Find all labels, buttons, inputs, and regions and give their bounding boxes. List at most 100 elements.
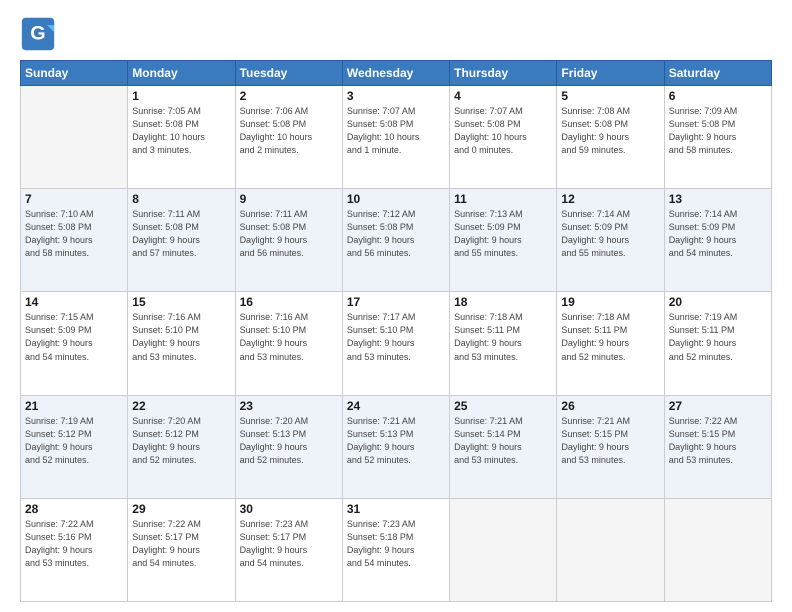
day-number: 23 — [240, 399, 338, 413]
calendar-cell: 10 Sunrise: 7:12 AM Sunset: 5:08 PM Dayli… — [342, 189, 449, 292]
day-info: Sunrise: 7:10 AM Sunset: 5:08 PM Dayligh… — [25, 208, 123, 260]
day-info: Sunrise: 7:12 AM Sunset: 5:08 PM Dayligh… — [347, 208, 445, 260]
calendar-cell: 17 Sunrise: 7:17 AM Sunset: 5:10 PM Dayli… — [342, 292, 449, 395]
day-number: 6 — [669, 89, 767, 103]
day-number: 5 — [561, 89, 659, 103]
day-number: 30 — [240, 502, 338, 516]
day-number: 8 — [132, 192, 230, 206]
day-info: Sunrise: 7:20 AM Sunset: 5:12 PM Dayligh… — [132, 415, 230, 467]
day-number: 24 — [347, 399, 445, 413]
calendar-cell: 14Sunrise: 7:15 AM Sunset: 5:09 PM Dayli… — [21, 292, 128, 395]
day-info: Sunrise: 7:17 AM Sunset: 5:10 PM Dayligh… — [347, 311, 445, 363]
day-info: Sunrise: 7:05 AM Sunset: 5:08 PM Dayligh… — [132, 105, 230, 157]
day-info: Sunrise: 7:14 AM Sunset: 5:09 PM Dayligh… — [669, 208, 767, 260]
calendar-cell: 12 Sunrise: 7:14 AM Sunset: 5:09 PM Dayli… — [557, 189, 664, 292]
calendar-cell: 9Sunrise: 7:11 AM Sunset: 5:08 PM Daylig… — [235, 189, 342, 292]
calendar-cell: 18Sunrise: 7:18 AM Sunset: 5:11 PM Dayli… — [450, 292, 557, 395]
day-info: Sunrise: 7:21 AM Sunset: 5:14 PM Dayligh… — [454, 415, 552, 467]
calendar-cell: 25Sunrise: 7:21 AM Sunset: 5:14 PM Dayli… — [450, 395, 557, 498]
weekday-header: Tuesday — [235, 61, 342, 86]
day-number: 15 — [132, 295, 230, 309]
calendar-cell: 11 Sunrise: 7:13 AM Sunset: 5:09 PM Dayli… — [450, 189, 557, 292]
day-number: 7 — [25, 192, 123, 206]
calendar-cell: 23Sunrise: 7:20 AM Sunset: 5:13 PM Dayli… — [235, 395, 342, 498]
weekday-header: Wednesday — [342, 61, 449, 86]
day-info: Sunrise: 7:14 AM Sunset: 5:09 PM Dayligh… — [561, 208, 659, 260]
day-number: 17 — [347, 295, 445, 309]
weekday-header-row: SundayMondayTuesdayWednesdayThursdayFrid… — [21, 61, 772, 86]
day-number: 11 — [454, 192, 552, 206]
svg-text:G: G — [30, 22, 45, 44]
calendar-week-row: 14Sunrise: 7:15 AM Sunset: 5:09 PM Dayli… — [21, 292, 772, 395]
day-info: Sunrise: 7:13 AM Sunset: 5:09 PM Dayligh… — [454, 208, 552, 260]
day-number: 4 — [454, 89, 552, 103]
day-number: 14 — [25, 295, 123, 309]
calendar-cell: 3 Sunrise: 7:07 AM Sunset: 5:08 PM Daylig… — [342, 86, 449, 189]
day-info: Sunrise: 7:11 AM Sunset: 5:08 PM Dayligh… — [240, 208, 338, 260]
day-number: 21 — [25, 399, 123, 413]
calendar-week-row: 7 Sunrise: 7:10 AM Sunset: 5:08 PM Daylig… — [21, 189, 772, 292]
page: G SundayMondayTuesdayWednesdayThursdayFr… — [0, 0, 792, 612]
calendar-cell — [450, 498, 557, 601]
calendar-cell: 29 Sunrise: 7:22 AM Sunset: 5:17 PM Dayli… — [128, 498, 235, 601]
calendar-cell — [664, 498, 771, 601]
calendar-cell: 6 Sunrise: 7:09 AM Sunset: 5:08 PM Daylig… — [664, 86, 771, 189]
day-number: 13 — [669, 192, 767, 206]
calendar-cell: 31Sunrise: 7:23 AM Sunset: 5:18 PM Dayli… — [342, 498, 449, 601]
weekday-header: Monday — [128, 61, 235, 86]
calendar-cell: 7 Sunrise: 7:10 AM Sunset: 5:08 PM Daylig… — [21, 189, 128, 292]
day-number: 29 — [132, 502, 230, 516]
calendar-cell: 21 Sunrise: 7:19 AM Sunset: 5:12 PM Dayli… — [21, 395, 128, 498]
day-number: 28 — [25, 502, 123, 516]
logo: G — [20, 16, 60, 52]
calendar-week-row: 21 Sunrise: 7:19 AM Sunset: 5:12 PM Dayli… — [21, 395, 772, 498]
weekday-header: Sunday — [21, 61, 128, 86]
day-number: 12 — [561, 192, 659, 206]
day-info: Sunrise: 7:07 AM Sunset: 5:08 PM Dayligh… — [454, 105, 552, 157]
calendar-cell: 20Sunrise: 7:19 AM Sunset: 5:11 PM Dayli… — [664, 292, 771, 395]
day-info: Sunrise: 7:18 AM Sunset: 5:11 PM Dayligh… — [561, 311, 659, 363]
calendar-week-row: 28 Sunrise: 7:22 AM Sunset: 5:16 PM Dayli… — [21, 498, 772, 601]
day-number: 3 — [347, 89, 445, 103]
day-info: Sunrise: 7:09 AM Sunset: 5:08 PM Dayligh… — [669, 105, 767, 157]
weekday-header: Thursday — [450, 61, 557, 86]
day-info: Sunrise: 7:07 AM Sunset: 5:08 PM Dayligh… — [347, 105, 445, 157]
calendar-cell: 22 Sunrise: 7:20 AM Sunset: 5:12 PM Dayli… — [128, 395, 235, 498]
calendar-cell: 16 Sunrise: 7:16 AM Sunset: 5:10 PM Dayli… — [235, 292, 342, 395]
calendar-cell: 8Sunrise: 7:11 AM Sunset: 5:08 PM Daylig… — [128, 189, 235, 292]
day-number: 10 — [347, 192, 445, 206]
day-info: Sunrise: 7:22 AM Sunset: 5:17 PM Dayligh… — [132, 518, 230, 570]
day-number: 22 — [132, 399, 230, 413]
logo-icon: G — [20, 16, 56, 52]
day-info: Sunrise: 7:06 AM Sunset: 5:08 PM Dayligh… — [240, 105, 338, 157]
day-info: Sunrise: 7:16 AM Sunset: 5:10 PM Dayligh… — [132, 311, 230, 363]
calendar-cell: 15 Sunrise: 7:16 AM Sunset: 5:10 PM Dayli… — [128, 292, 235, 395]
day-info: Sunrise: 7:22 AM Sunset: 5:16 PM Dayligh… — [25, 518, 123, 570]
day-number: 16 — [240, 295, 338, 309]
calendar-cell: 28 Sunrise: 7:22 AM Sunset: 5:16 PM Dayli… — [21, 498, 128, 601]
day-info: Sunrise: 7:21 AM Sunset: 5:13 PM Dayligh… — [347, 415, 445, 467]
day-number: 26 — [561, 399, 659, 413]
calendar-cell: 5 Sunrise: 7:08 AM Sunset: 5:08 PM Daylig… — [557, 86, 664, 189]
calendar-cell: 26 Sunrise: 7:21 AM Sunset: 5:15 PM Dayli… — [557, 395, 664, 498]
calendar-cell — [557, 498, 664, 601]
day-info: Sunrise: 7:19 AM Sunset: 5:12 PM Dayligh… — [25, 415, 123, 467]
day-info: Sunrise: 7:08 AM Sunset: 5:08 PM Dayligh… — [561, 105, 659, 157]
calendar-cell: 19Sunrise: 7:18 AM Sunset: 5:11 PM Dayli… — [557, 292, 664, 395]
day-info: Sunrise: 7:22 AM Sunset: 5:15 PM Dayligh… — [669, 415, 767, 467]
day-info: Sunrise: 7:23 AM Sunset: 5:17 PM Dayligh… — [240, 518, 338, 570]
calendar-cell: 13 Sunrise: 7:14 AM Sunset: 5:09 PM Dayli… — [664, 189, 771, 292]
calendar-table: SundayMondayTuesdayWednesdayThursdayFrid… — [20, 60, 772, 602]
day-info: Sunrise: 7:16 AM Sunset: 5:10 PM Dayligh… — [240, 311, 338, 363]
calendar-cell: 24 Sunrise: 7:21 AM Sunset: 5:13 PM Dayli… — [342, 395, 449, 498]
calendar-cell: 2 Sunrise: 7:06 AM Sunset: 5:08 PM Daylig… — [235, 86, 342, 189]
day-info: Sunrise: 7:23 AM Sunset: 5:18 PM Dayligh… — [347, 518, 445, 570]
day-info: Sunrise: 7:19 AM Sunset: 5:11 PM Dayligh… — [669, 311, 767, 363]
calendar-cell: 4 Sunrise: 7:07 AM Sunset: 5:08 PM Daylig… — [450, 86, 557, 189]
day-number: 27 — [669, 399, 767, 413]
day-number: 2 — [240, 89, 338, 103]
day-info: Sunrise: 7:21 AM Sunset: 5:15 PM Dayligh… — [561, 415, 659, 467]
header: G — [20, 16, 772, 52]
day-info: Sunrise: 7:18 AM Sunset: 5:11 PM Dayligh… — [454, 311, 552, 363]
day-number: 1 — [132, 89, 230, 103]
